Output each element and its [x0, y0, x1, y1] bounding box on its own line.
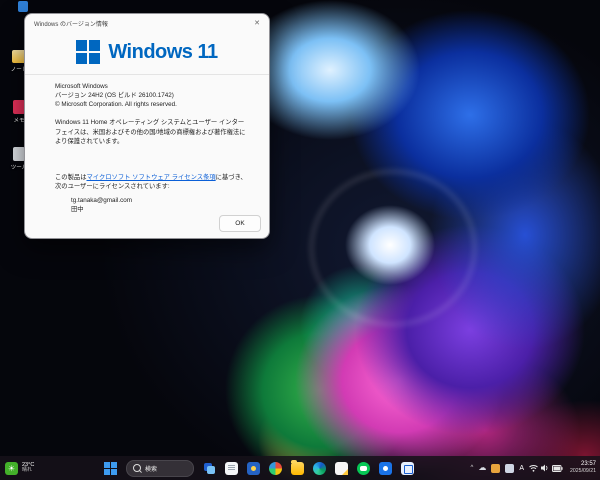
dialog-body: Microsoft Windows バージョン 24H2 (OS ビルド 261…: [25, 75, 269, 214]
speaker-icon: [541, 464, 549, 472]
version-line: バージョン 24H2 (OS ビルド 26100.1742): [55, 91, 253, 100]
trademark-paragraph: Windows 11 Home オペレーティング システムとユーザー インターフ…: [55, 118, 247, 146]
ok-button[interactable]: OK: [219, 215, 261, 232]
weather-condition: 晴れ: [22, 468, 34, 474]
edge-icon[interactable]: [313, 462, 326, 475]
search-box[interactable]: 検索: [126, 460, 194, 477]
app-icon: [18, 1, 28, 12]
brand-text: Windows 11: [108, 41, 217, 64]
mail-app-icon[interactable]: [401, 462, 414, 475]
clock-time: 23:57: [581, 461, 596, 468]
weather-widget[interactable]: ☀ 23°C 晴れ: [5, 456, 34, 480]
weather-icon: ☀: [5, 462, 18, 475]
desktop-icon-partial[interactable]: [16, 1, 30, 12]
tray-app-icon-2[interactable]: [505, 464, 514, 473]
license-prefix: この製品は: [55, 174, 86, 181]
photos-icon[interactable]: [269, 462, 282, 475]
windows-11-branding: Windows 11: [25, 40, 269, 64]
document-app-icon[interactable]: [335, 462, 348, 475]
wifi-icon: [529, 464, 538, 472]
onedrive-icon[interactable]: ☁: [478, 464, 486, 472]
file-explorer-icon[interactable]: [291, 462, 304, 475]
hidden-icons-chevron[interactable]: ^: [471, 465, 474, 471]
quick-settings[interactable]: [529, 464, 563, 472]
tray-app-icon-1[interactable]: [491, 464, 500, 473]
battery-icon: [552, 465, 563, 472]
product-name: Microsoft Windows: [55, 82, 253, 91]
licensee-block: tg.tanaka@gmail.com 田中: [71, 196, 253, 215]
app-icon-blue-2[interactable]: [379, 462, 392, 475]
bloom-ring: [310, 170, 476, 326]
license-paragraph: この製品はマイクロソフト ソフトウェア ライセンス条項に基づき、次のユーザーにラ…: [55, 173, 251, 192]
close-icon[interactable]: ✕: [247, 16, 267, 30]
search-icon: [133, 464, 141, 472]
about-windows-dialog: Windows のバージョン情報 ✕ Windows 11 Microsoft …: [24, 13, 270, 239]
taskbar-center-group: 検索: [104, 456, 414, 480]
notepad-icon[interactable]: [225, 462, 238, 475]
clock-date: 2025/09/21: [570, 468, 596, 474]
start-button[interactable]: [104, 462, 117, 475]
license-terms-link[interactable]: マイクロソフト ソフトウェア ライセンス条項: [86, 174, 215, 181]
clock[interactable]: 23:57 2025/09/21: [570, 461, 596, 474]
system-tray: ^ ☁ A 23:57 2025/09/21: [471, 456, 596, 480]
line-app-icon[interactable]: [357, 462, 370, 475]
dialog-title: Windows のバージョン情報: [34, 19, 247, 28]
task-view-button[interactable]: [203, 462, 216, 475]
copyright-line: © Microsoft Corporation. All rights rese…: [55, 100, 253, 109]
dialog-titlebar[interactable]: Windows のバージョン情報 ✕: [25, 14, 269, 32]
search-label: 検索: [145, 464, 157, 473]
ime-indicator[interactable]: A: [519, 465, 524, 472]
windows-logo-icon: [76, 40, 100, 64]
licensee-name: 田中: [71, 205, 253, 214]
taskbar: ☀ 23°C 晴れ 検索 ^ ☁ A: [0, 456, 600, 480]
licensee-email: tg.tanaka@gmail.com: [71, 196, 253, 205]
app-icon-blue[interactable]: [247, 462, 260, 475]
